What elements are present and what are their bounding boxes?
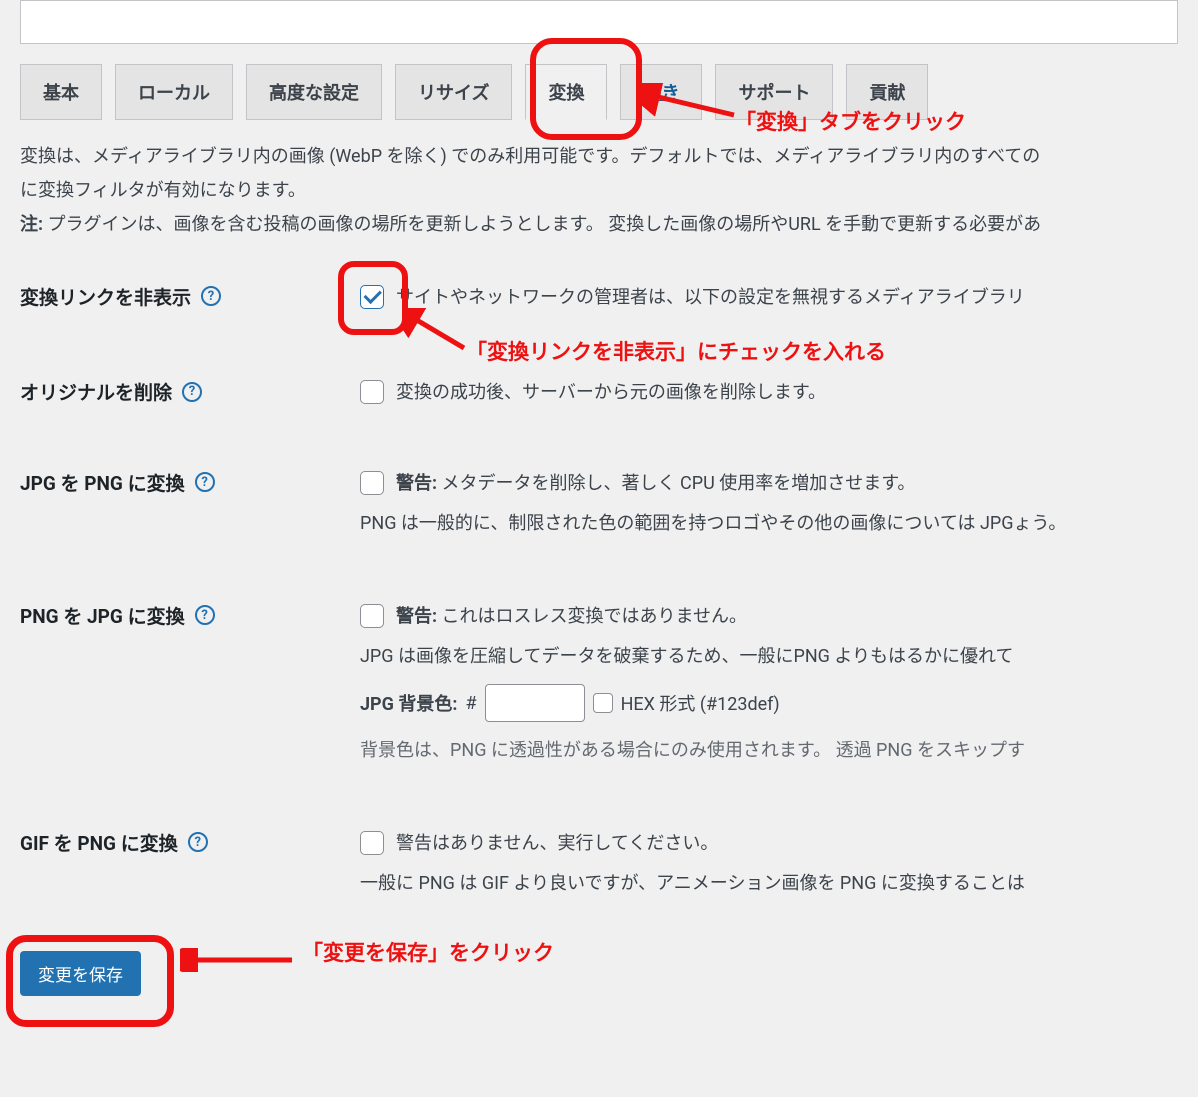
setting-row-jpg-to-png: JPG を PNG に変換 ? 警告: メタデータを削除し、著しく CPU 使用… (20, 419, 1178, 552)
save-area: 変更を保存 (0, 911, 1198, 1036)
help-icon[interactable]: ? (195, 472, 215, 492)
help-icon[interactable]: ? (201, 286, 221, 306)
checkbox-description: 警告: これはロスレス変換ではありません。 (396, 602, 747, 633)
checkbox-description: 警告はありません、実行してください。 (396, 829, 718, 860)
setting-row-gif-to-png: GIF を PNG に変換 ? 警告はありません、実行してください。 一般に P… (20, 779, 1178, 912)
note-label: 注: (20, 214, 43, 235)
tab-advanced[interactable]: 高度な設定 (246, 64, 382, 120)
sub-description: PNG は一般的に、制限された色の範囲を持つロゴやその他の画像については JPG… (360, 507, 1178, 541)
label-text: PNG を JPG に変換 (20, 602, 185, 629)
checkbox-delete-original[interactable] (360, 380, 384, 404)
setting-label: 変換リンクを非表示 ? (20, 283, 360, 310)
checkbox-description: 変換の成功後、サーバーから元の画像を削除します。 (396, 378, 826, 409)
annotation-arrow-tab (640, 83, 740, 127)
tab-label: 高度な設定 (269, 83, 359, 104)
annotation-arrow-checkbox (402, 308, 474, 354)
annotation-text-tab: 「変換」タブをクリック (735, 106, 966, 136)
help-icon[interactable]: ? (188, 832, 208, 852)
settings-tabs: 基本 ローカル 高度な設定 リサイズ 変換 書き サポート 貢献 (0, 64, 1198, 120)
sub-description: 一般に PNG は GIF より良いですが、アニメーション画像を PNG に変換… (360, 867, 1178, 901)
tab-resize[interactable]: リサイズ (395, 64, 512, 120)
help-icon[interactable]: ? (182, 382, 202, 402)
annotation-text-checkbox: 「変換リンクを非表示」にチェックを入れる (466, 336, 886, 366)
checkbox-hide-convert-links[interactable] (360, 285, 384, 309)
checkbox-jpg-to-png[interactable] (360, 471, 384, 495)
setting-label: GIF を PNG に変換 ? (20, 829, 360, 856)
warning-label: 警告: (396, 473, 437, 494)
save-button-label: 変更を保存 (38, 966, 123, 985)
help-icon[interactable]: ? (195, 605, 215, 625)
bg-hash: # (465, 693, 476, 714)
setting-row-png-to-jpg: PNG を JPG に変換 ? 警告: これはロスレス変換ではありません。 JP… (20, 552, 1178, 779)
tab-label: サポート (738, 83, 810, 104)
tab-label: 基本 (43, 83, 79, 104)
description-line1: 変換は、メディアライブラリ内の画像 (WebP を除く) でのみ利用可能です。デ… (20, 146, 1040, 167)
content-editor-box (20, 0, 1178, 44)
tab-label: リサイズ (418, 83, 489, 104)
tab-convert[interactable]: 変換 (525, 64, 607, 120)
label-text: JPG を PNG に変換 (20, 469, 185, 496)
sub-description: JPG は画像を圧縮してデータを破棄するため、一般にPNG よりもはるかに優れて (360, 640, 1178, 674)
checkbox-hex-format[interactable] (593, 693, 613, 713)
checkbox-description: サイトやネットワークの管理者は、以下の設定を無視するメディアライブラリ (396, 283, 1025, 314)
annotation-text-save: 「変更を保存」をクリック (302, 937, 554, 967)
tab-label: 変換 (548, 83, 584, 104)
tab-label: ローカル (138, 83, 210, 104)
note-text: プラグインは、画像を含む投稿の画像の場所を更新しようとします。 変換した画像の場… (43, 214, 1041, 235)
setting-label: PNG を JPG に変換 ? (20, 602, 360, 629)
bg-color-input[interactable] (485, 684, 585, 722)
label-text: オリジナルを削除 (20, 378, 172, 405)
setting-label: JPG を PNG に変換 ? (20, 469, 360, 496)
description-line2: に変換フィルタが有効になります。 (20, 180, 306, 201)
warning-text: これはロスレス変換ではありません。 (437, 606, 747, 627)
label-text: 変換リンクを非表示 (20, 283, 191, 310)
bg-color-row: JPG 背景色: # HEX 形式 (#123def) (360, 684, 1178, 722)
checkbox-description: 警告: メタデータを削除し、著しく CPU 使用率を増加させます。 (396, 469, 915, 500)
bg-color-label: JPG 背景色: (360, 690, 457, 716)
setting-row-hide-convert-links: 変換リンクを非表示 ? サイトやネットワークの管理者は、以下の設定を無視するメデ… (20, 253, 1178, 324)
save-button[interactable]: 変更を保存 (20, 951, 141, 996)
label-text: GIF を PNG に変換 (20, 829, 178, 856)
annotation-arrow-save (180, 948, 300, 972)
tab-description: 変換は、メディアライブラリ内の画像 (WebP を除く) でのみ利用可能です。デ… (0, 120, 1198, 253)
setting-label: オリジナルを削除 ? (20, 378, 360, 405)
warning-label: 警告: (396, 606, 437, 627)
checkbox-gif-to-png[interactable] (360, 831, 384, 855)
bg-color-note: 背景色は、PNG に透過性がある場合にのみ使用されます。 透過 PNG をスキッ… (360, 734, 1178, 768)
tab-label: 貢献 (869, 83, 905, 104)
hex-format-label: HEX 形式 (#123def) (621, 690, 780, 716)
checkbox-png-to-jpg[interactable] (360, 604, 384, 628)
warning-text: メタデータを削除し、著しく CPU 使用率を増加させます。 (437, 473, 915, 494)
tab-local[interactable]: ローカル (115, 64, 233, 120)
tab-basic[interactable]: 基本 (20, 64, 102, 120)
